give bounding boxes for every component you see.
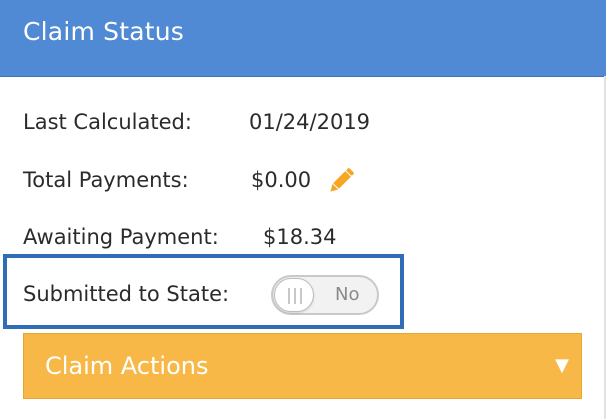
last-calculated-label: Last Calculated: <box>23 110 192 134</box>
panel-title: Claim Status <box>23 17 185 46</box>
total-payments-label: Total Payments: <box>23 168 189 192</box>
awaiting-payment-value: $18.34 <box>263 225 337 249</box>
pencil-icon[interactable] <box>325 165 357 197</box>
submitted-to-state-toggle[interactable]: No <box>271 275 379 315</box>
claim-status-panel: Claim Status Last Calculated: 01/24/2019… <box>0 0 606 419</box>
caret-down-icon: ▼ <box>555 355 569 376</box>
claim-actions-label: Claim Actions <box>45 352 209 380</box>
awaiting-payment-label: Awaiting Payment: <box>23 225 219 249</box>
last-calculated-value: 01/24/2019 <box>249 110 371 134</box>
toggle-knob[interactable] <box>274 278 314 312</box>
toggle-state-text: No <box>335 284 360 305</box>
submitted-to-state-label: Submitted to State: <box>23 282 230 306</box>
total-payments-value: $0.00 <box>251 168 312 192</box>
claim-actions-dropdown[interactable]: Claim Actions ▼ <box>23 333 582 399</box>
panel-header: Claim Status <box>0 0 606 77</box>
grip-icon <box>288 288 302 304</box>
